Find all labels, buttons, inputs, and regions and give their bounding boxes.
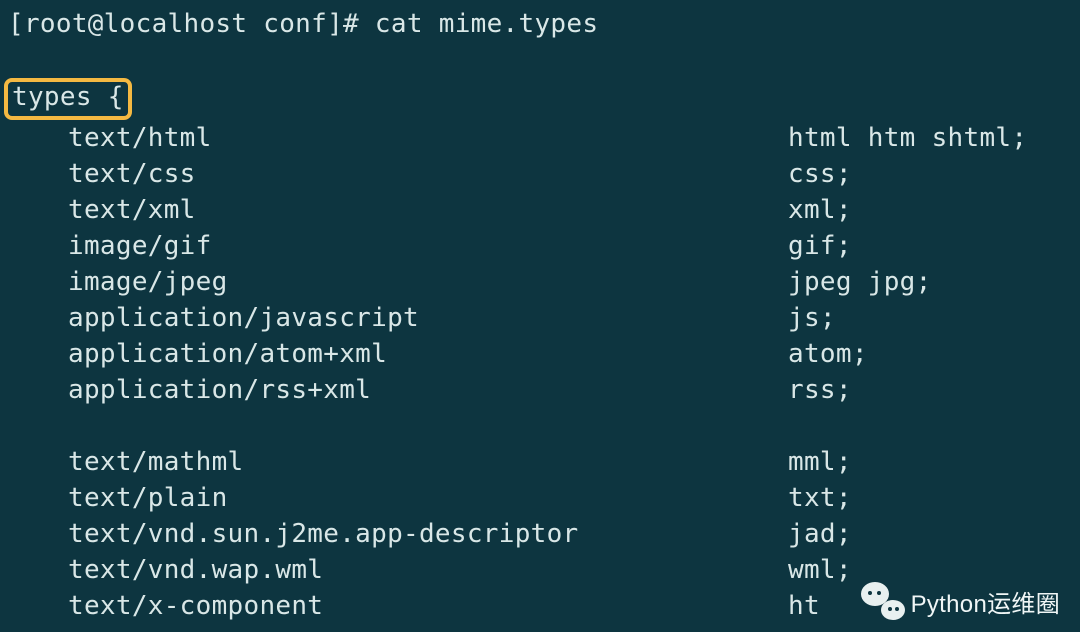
indent — [8, 336, 68, 372]
mime-type: text/mathml — [68, 444, 788, 480]
blank-line — [8, 42, 1072, 78]
mime-type: text/x-component — [68, 588, 788, 624]
wechat-icon — [861, 582, 905, 620]
mime-row: text/vnd.sun.j2me.app-descriptor jad; — [8, 516, 1072, 552]
mime-row: application/rss+xml rss; — [8, 372, 1072, 408]
mime-exts: rss; — [788, 372, 852, 408]
indent — [8, 300, 68, 336]
mime-exts: css; — [788, 156, 852, 192]
mime-type: text/xml — [68, 192, 788, 228]
indent — [8, 372, 68, 408]
mime-row: application/javascript js; — [8, 300, 1072, 336]
mime-type: application/atom+xml — [68, 336, 788, 372]
mime-type: application/rss+xml — [68, 372, 788, 408]
indent — [8, 552, 68, 588]
mime-type: text/css — [68, 156, 788, 192]
mime-row: text/html html htm shtml; — [8, 120, 1072, 156]
mime-row: application/atom+xml atom; — [8, 336, 1072, 372]
indent — [8, 264, 68, 300]
mime-row: text/mathml mml; — [8, 444, 1072, 480]
types-open-line: types { — [8, 78, 1072, 120]
indent — [8, 516, 68, 552]
mime-type: text/plain — [68, 480, 788, 516]
mime-exts: mml; — [788, 444, 852, 480]
types-keyword-highlight: types { — [4, 78, 132, 120]
mime-row: image/jpeg jpeg jpg; — [8, 264, 1072, 300]
mime-exts: txt; — [788, 480, 852, 516]
terminal-window[interactable]: [root@localhost conf]# cat mime.types ty… — [0, 0, 1080, 632]
mime-exts: gif; — [788, 228, 852, 264]
mime-exts: xml; — [788, 192, 852, 228]
mime-exts: html htm shtml; — [788, 120, 1027, 156]
mime-exts: wml; — [788, 552, 852, 588]
blank-line — [8, 408, 1072, 444]
mime-row: text/plain txt; — [8, 480, 1072, 516]
mime-type: image/jpeg — [68, 264, 788, 300]
mime-row: text/xml xml; — [8, 192, 1072, 228]
indent — [8, 120, 68, 156]
shell-prompt-line: [root@localhost conf]# cat mime.types — [8, 6, 1072, 42]
indent — [8, 444, 68, 480]
indent — [8, 588, 68, 624]
mime-row: text/css css; — [8, 156, 1072, 192]
indent — [8, 480, 68, 516]
mime-exts: atom; — [788, 336, 868, 372]
watermark-text: Python运维圈 — [911, 584, 1060, 619]
shell-prompt: [root@localhost conf]# cat mime.types — [8, 6, 598, 42]
mime-type: text/vnd.wap.wml — [68, 552, 788, 588]
mime-type: application/javascript — [68, 300, 788, 336]
mime-type: image/gif — [68, 228, 788, 264]
indent — [8, 228, 68, 264]
mime-exts: jad; — [788, 516, 852, 552]
mime-row: image/gif gif; — [8, 228, 1072, 264]
indent — [8, 192, 68, 228]
mime-exts: jpeg jpg; — [788, 264, 932, 300]
mime-type: text/html — [68, 120, 788, 156]
mime-exts: ht — [788, 588, 820, 624]
mime-exts: js; — [788, 300, 836, 336]
watermark: Python运维圈 — [861, 582, 1060, 620]
indent — [8, 156, 68, 192]
mime-type: text/vnd.sun.j2me.app-descriptor — [68, 516, 788, 552]
